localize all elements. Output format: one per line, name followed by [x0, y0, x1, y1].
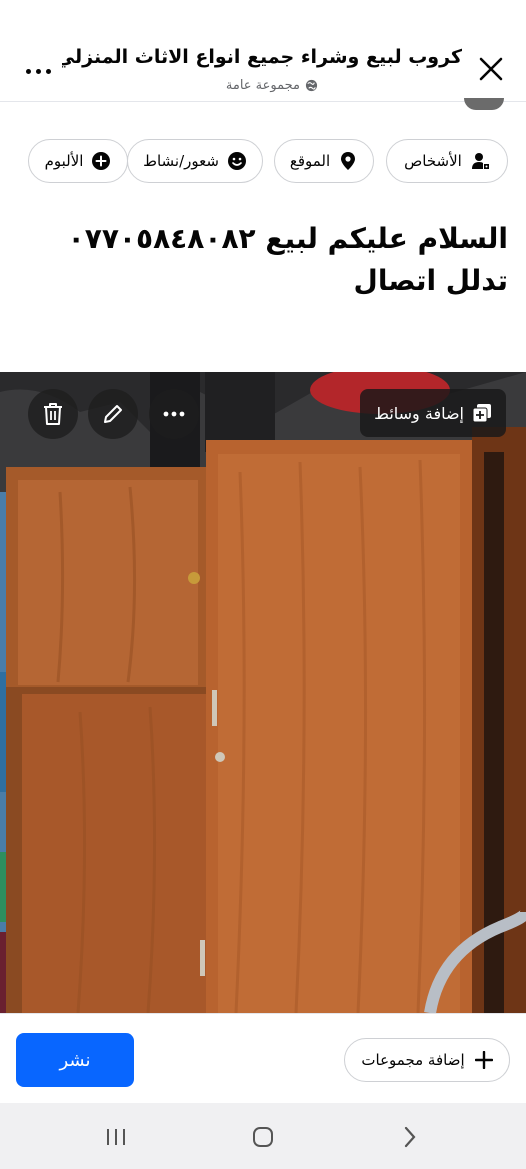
add-groups-button[interactable]: إضافة مجموعات [344, 1038, 510, 1082]
group-privacy-label: مجموعة عامة [225, 78, 300, 93]
add-media-icon [472, 404, 491, 423]
back-icon[interactable] [392, 1121, 428, 1153]
add-groups-label: إضافة مجموعات [361, 1051, 465, 1069]
add-media-button[interactable]: إضافة وسائط [360, 389, 506, 437]
composer-footer: إضافة مجموعات نشر [0, 1013, 526, 1103]
tag-people-icon [471, 153, 489, 169]
plus-circle-icon [92, 152, 111, 170]
wooden-wardrobe-photo: إضافة وسائط [0, 372, 526, 1013]
top-bar: كروب لبيع وشراء جميع انواع الاثاث المنزل… [0, 0, 526, 102]
chip-label-album: الألبوم [44, 152, 84, 170]
close-icon[interactable] [474, 52, 508, 86]
trash-icon[interactable] [28, 389, 78, 439]
more-options-icon[interactable] [18, 56, 58, 86]
post-text[interactable]: السلام عليكم لبيع ٠٧٧٠٥٨٤٨٠٨٢ تدلل اتصال [18, 218, 508, 302]
tag-people-button[interactable]: الأشخاص [386, 139, 508, 183]
globe-icon [305, 79, 318, 92]
edit-pencil-icon[interactable] [88, 389, 138, 439]
smiley-icon [227, 152, 246, 170]
group-name: كروب لبيع وشراء جميع انواع الاثاث المنزل… [62, 46, 462, 68]
chip-label-people: الأشخاص [404, 152, 462, 170]
post-options-row: الأشخاص الموقع شعور/نشاط الألبوم [0, 139, 526, 185]
photo-scene [0, 372, 526, 1013]
chip-label-location: الموقع [289, 152, 331, 170]
plus-icon [474, 1051, 493, 1069]
publish-button[interactable]: نشر [16, 1033, 134, 1087]
add-media-label: إضافة وسائط [374, 403, 464, 423]
feeling-activity-button[interactable]: شعور/نشاط [127, 139, 263, 183]
chip-label-feeling: شعور/نشاط [143, 152, 219, 170]
recents-icon[interactable] [98, 1121, 134, 1153]
home-icon[interactable] [245, 1121, 281, 1153]
avatar [464, 98, 504, 110]
system-navigation-bar [0, 1103, 526, 1169]
group-privacy: مجموعة عامة [226, 78, 318, 93]
album-button[interactable]: الألبوم [28, 139, 128, 183]
location-pin-icon [341, 152, 356, 170]
location-button[interactable]: الموقع [274, 139, 374, 183]
more-options-icon[interactable] [149, 389, 199, 439]
